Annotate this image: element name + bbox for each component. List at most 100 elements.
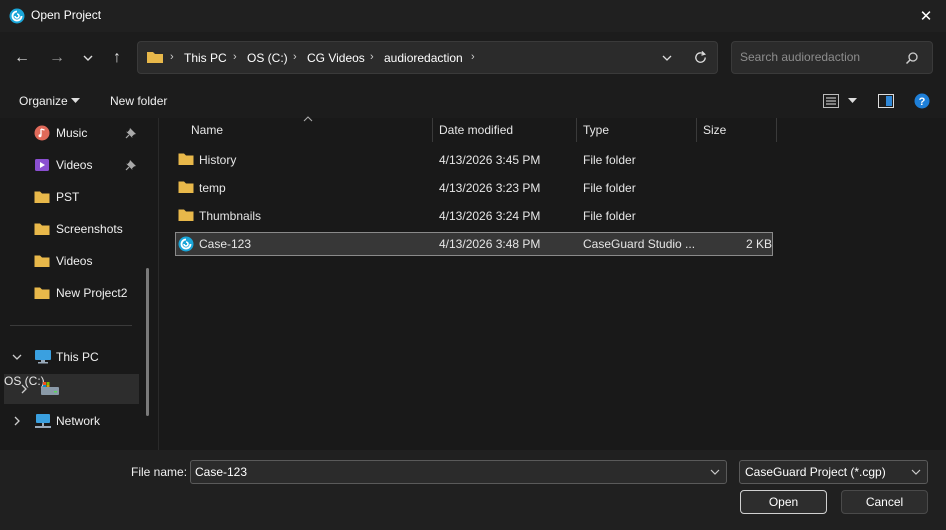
- cancel-button[interactable]: Cancel: [841, 490, 928, 514]
- sidebar-item-label: This PC: [56, 350, 99, 364]
- forward-button[interactable]: →: [45, 46, 69, 70]
- up-button[interactable]: ↑: [105, 46, 129, 70]
- column-header-date[interactable]: Date modified: [439, 123, 513, 137]
- sidebar-item-screenshots[interactable]: Screenshots: [0, 214, 140, 244]
- file-type: File folder: [583, 153, 636, 167]
- sidebar-item-this-pc[interactable]: This PC: [0, 342, 140, 372]
- file-size: 2 KB: [746, 237, 773, 251]
- chevron-down-icon[interactable]: [12, 353, 22, 361]
- sidebar-item-network[interactable]: Network: [0, 406, 140, 436]
- file-row[interactable]: Thumbnails 4/13/2026 3:24 PM File folder: [175, 204, 773, 228]
- breadcrumb-separator: ›: [370, 51, 374, 63]
- search-input[interactable]: [740, 50, 900, 64]
- sort-ascending-icon: [303, 116, 313, 122]
- drive-icon: [41, 382, 59, 395]
- caseguard-app-icon: [9, 8, 25, 24]
- chevron-right-icon[interactable]: [13, 416, 21, 426]
- sidebar-item-label: Music: [56, 126, 88, 140]
- file-type: CaseGuard Studio ...: [583, 237, 696, 251]
- breadcrumb-cg-videos[interactable]: CG Videos: [307, 51, 365, 65]
- pane-divider[interactable]: [158, 118, 159, 450]
- organize-button[interactable]: Organize: [19, 94, 68, 108]
- computer-icon: [35, 350, 51, 364]
- file-name-label: File name:: [131, 465, 188, 479]
- file-name: Case-123: [199, 237, 252, 251]
- folder-icon: [147, 52, 163, 63]
- videos-icon: [35, 159, 49, 171]
- breadcrumb-audioredaction[interactable]: audioredaction: [384, 51, 463, 65]
- view-options-icon[interactable]: [823, 94, 839, 108]
- sidebar-item-music[interactable]: Music: [0, 118, 140, 148]
- chevron-down-icon[interactable]: [710, 467, 720, 477]
- recent-locations-chevron-icon[interactable]: [82, 53, 94, 63]
- breadcrumb-separator: ›: [233, 51, 237, 63]
- network-icon: [35, 414, 51, 428]
- breadcrumb-this-pc[interactable]: This PC: [184, 51, 227, 65]
- folder-icon: [178, 153, 194, 165]
- view-dropdown-icon[interactable]: [848, 98, 857, 104]
- file-type: File folder: [583, 209, 636, 223]
- sidebar-item-label: Videos: [56, 254, 93, 268]
- file-type-value: CaseGuard Project (*.cgp): [745, 465, 886, 479]
- new-folder-button[interactable]: New folder: [110, 94, 167, 108]
- sidebar-item-videos[interactable]: Videos: [0, 246, 140, 276]
- sidebar-item-label: Network: [56, 414, 101, 428]
- sidebar-item-new-project2[interactable]: New Project2: [0, 278, 140, 308]
- file-row[interactable]: History 4/13/2026 3:45 PM File folder: [175, 148, 773, 172]
- folder-icon: [34, 255, 50, 267]
- file-name-combobox[interactable]: [190, 460, 727, 484]
- search-box[interactable]: [731, 41, 933, 74]
- window-title: Open Project: [31, 8, 102, 22]
- open-button[interactable]: Open: [740, 490, 827, 514]
- breadcrumb-separator: ›: [170, 51, 174, 63]
- folder-icon: [178, 181, 194, 193]
- breadcrumb-separator: ›: [293, 51, 297, 63]
- folder-icon: [178, 209, 194, 221]
- sidebar-divider: [10, 325, 132, 326]
- folder-icon: [34, 223, 50, 235]
- pin-icon[interactable]: [125, 127, 137, 139]
- organize-dropdown-icon: [71, 98, 80, 103]
- svg-text:?: ?: [919, 96, 926, 108]
- column-separator[interactable]: [696, 118, 697, 142]
- sidebar-item-os-c[interactable]: OS (C:): [4, 374, 139, 404]
- pin-icon[interactable]: [125, 159, 137, 171]
- file-name: History: [199, 153, 237, 167]
- column-separator[interactable]: [432, 118, 433, 142]
- sidebar-item-label: PST: [56, 190, 80, 204]
- file-name: temp: [199, 181, 226, 195]
- folder-icon: [34, 191, 50, 203]
- refresh-icon[interactable]: [693, 50, 708, 65]
- back-button[interactable]: ←: [10, 46, 34, 70]
- column-separator[interactable]: [776, 118, 777, 142]
- file-name: Thumbnails: [199, 209, 262, 223]
- sidebar-scrollbar[interactable]: [146, 268, 149, 416]
- file-date: 4/13/2026 3:24 PM: [439, 209, 541, 223]
- column-header-size[interactable]: Size: [703, 123, 726, 137]
- close-button[interactable]: ✕: [912, 4, 940, 28]
- column-separator[interactable]: [576, 118, 577, 142]
- sidebar-item-videos-pinned[interactable]: Videos: [0, 150, 140, 180]
- sidebar-item-pst[interactable]: PST: [0, 182, 140, 212]
- file-type-select[interactable]: CaseGuard Project (*.cgp): [739, 460, 928, 484]
- column-header-type[interactable]: Type: [583, 123, 609, 137]
- file-type: File folder: [583, 181, 636, 195]
- address-dropdown-chevron-icon[interactable]: [661, 53, 673, 63]
- file-row[interactable]: temp 4/13/2026 3:23 PM File folder: [175, 176, 773, 200]
- sidebar-item-label: New Project2: [56, 286, 128, 300]
- chevron-down-icon[interactable]: [911, 467, 921, 477]
- search-icon[interactable]: [905, 51, 919, 65]
- preview-pane-icon[interactable]: [878, 94, 894, 108]
- chevron-right-icon[interactable]: [20, 384, 28, 394]
- file-date: 4/13/2026 3:48 PM: [439, 237, 541, 251]
- sidebar-item-label: Screenshots: [56, 222, 123, 236]
- file-row-selected[interactable]: Case-123 4/13/2026 3:48 PM CaseGuard Stu…: [175, 232, 773, 256]
- caseguard-icon: [178, 236, 194, 252]
- file-date: 4/13/2026 3:45 PM: [439, 153, 541, 167]
- file-name-input[interactable]: [195, 465, 695, 479]
- breadcrumb-os-c[interactable]: OS (C:): [247, 51, 288, 65]
- help-icon[interactable]: ?: [914, 93, 930, 109]
- music-icon: [34, 125, 50, 141]
- file-date: 4/13/2026 3:23 PM: [439, 181, 541, 195]
- column-header-name[interactable]: Name: [191, 123, 223, 137]
